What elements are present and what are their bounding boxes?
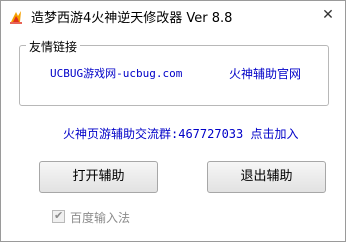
fire-icon [10,11,22,24]
check-mark-icon: ✔ [54,209,64,222]
ime-checkbox[interactable]: ✔ [52,209,65,223]
ime-checkbox-label: 百度输入法 [70,211,131,225]
official-site-link[interactable]: 火神辅助官网 [229,65,301,82]
main-window: 造梦西游4火神逆天修改器 Ver 8.8 ✕ 友情链接 UCBUG游戏网-ucb… [0,0,346,242]
title-bar[interactable]: 造梦西游4火神逆天修改器 Ver 8.8 ✕ [1,1,345,31]
exit-assist-button[interactable]: 退出辅助 [207,161,326,193]
ucbug-link[interactable]: UCBUG游戏网-ucbug.com [50,65,182,81]
qq-group-link[interactable]: 火神页游辅助交流群:467727033 点击加入 [63,125,298,142]
window-title: 造梦西游4火神逆天修改器 Ver 8.8 [31,11,233,26]
open-assist-button[interactable]: 打开辅助 [39,161,158,193]
links-group-label: 友情链接 [26,38,81,55]
close-button[interactable]: ✕ [317,5,339,25]
